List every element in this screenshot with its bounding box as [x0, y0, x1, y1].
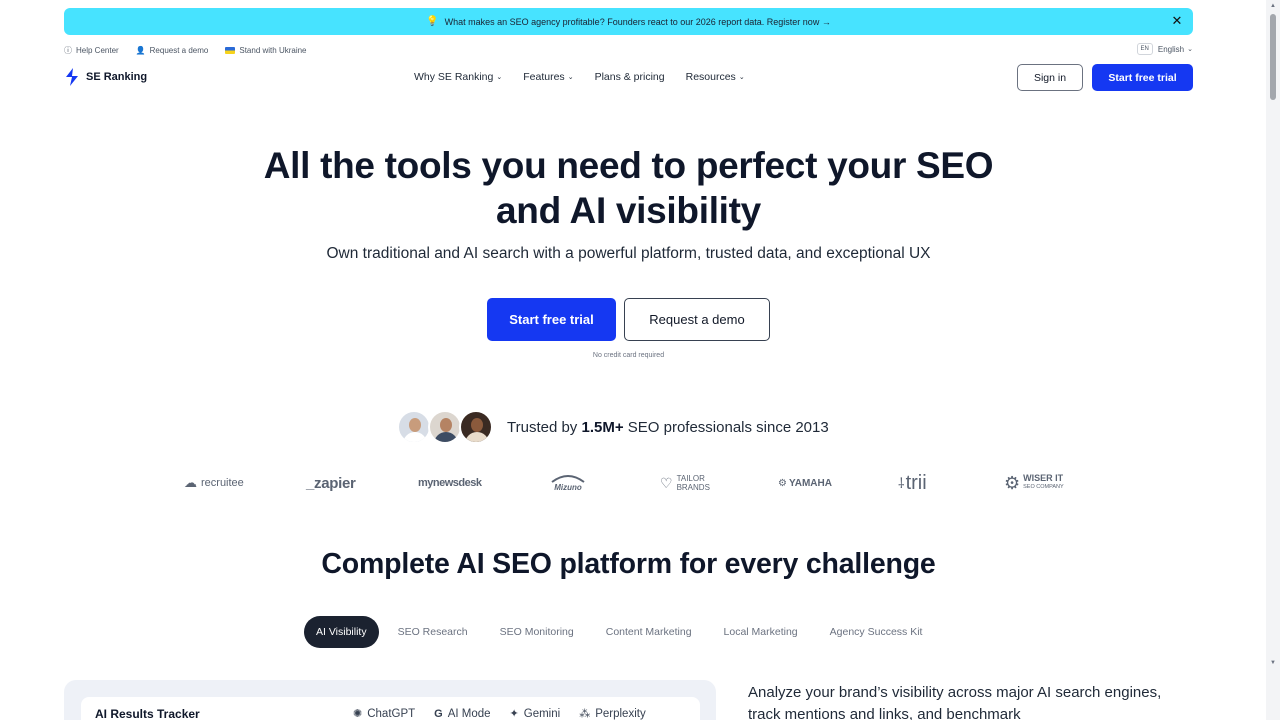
brand-logo[interactable]: SE Ranking	[64, 68, 147, 86]
announcement-banner[interactable]: 💡 What makes an SEO agency profitable? F…	[64, 8, 1193, 35]
utility-bar: ⓘ Help Center 👤 Request a demo Stand wit…	[64, 43, 1193, 57]
tailor-bottom-text: BRANDS	[676, 483, 710, 492]
hero-title-line1: All the tools you need to perfect your S…	[263, 145, 994, 186]
mynewsdesk-logo: mynewsdesk	[418, 477, 482, 489]
scroll-up-icon[interactable]: ▲	[1270, 3, 1276, 9]
trust-strip: Trusted by 1.5M+ SEO professionals since…	[397, 410, 829, 444]
request-demo-label: Request a demo	[149, 45, 209, 55]
nav-item-label: Plans & pricing	[594, 71, 665, 83]
tab-agency-success-kit[interactable]: Agency Success Kit	[830, 626, 923, 638]
hero-title-line2: and AI visibility	[496, 190, 761, 231]
trust-suffix: SEO professionals since 2013	[623, 418, 829, 436]
user-icon: 👤	[135, 45, 146, 55]
engine-label: ChatGPT	[367, 707, 416, 720]
wiser-it-logo: ⚙ WISER IT SEO COMPANY	[1004, 472, 1064, 493]
chevron-down-icon: ⌄	[1187, 46, 1193, 53]
se-ranking-logo-icon	[66, 68, 78, 86]
nav-item-label: Why SE Ranking	[414, 71, 494, 83]
tab-seo-monitoring[interactable]: SEO Monitoring	[500, 626, 574, 638]
no-credit-card-note: No credit card required	[592, 352, 665, 359]
help-center-label: Help Center	[76, 45, 119, 55]
brand-name: SE Ranking	[86, 71, 148, 83]
avatar-group	[397, 410, 493, 444]
hero-title: All the tools you need to perfect your S…	[0, 143, 1257, 233]
chatgpt-icon: ✺	[353, 708, 363, 720]
chevron-down-icon: ⌄	[567, 74, 574, 81]
help-icon: ⓘ	[64, 45, 72, 55]
language-code: EN	[1136, 43, 1153, 55]
nav-item-label: Features	[523, 71, 565, 83]
engine-chatgpt[interactable]: ✺ ChatGPT	[353, 707, 415, 720]
nav-item-resources[interactable]: Resources ⌄	[686, 71, 745, 83]
wiser-bottom-text: SEO COMPANY	[1023, 484, 1064, 490]
tracker-title: AI Results Tracker	[95, 707, 200, 720]
nav-item-why[interactable]: Why SE Ranking ⌄	[414, 71, 502, 83]
client-logos: ☁ recruitee _zapier mynewsdesk Mizuno ♡ …	[180, 470, 1080, 496]
close-icon[interactable]: ✕	[1169, 13, 1185, 29]
scrollbar-thumb[interactable]	[1270, 14, 1276, 100]
gemini-icon: ✦	[509, 708, 519, 720]
nav-item-pricing[interactable]: Plans & pricing	[595, 71, 665, 83]
engine-perplexity[interactable]: ⁂ Perplexity	[579, 707, 646, 720]
sign-in-button[interactable]: Sign in	[1017, 64, 1083, 91]
engine-list: ✺ ChatGPT G AI Mode ✦ Gemini ⁂ Perplexity	[353, 707, 665, 720]
perplexity-icon: ⁂	[579, 708, 591, 720]
tab-local-marketing[interactable]: Local Marketing	[724, 626, 798, 638]
main-nav: SE Ranking Why SE Ranking ⌄ Features ⌄ Pla…	[64, 63, 1193, 91]
trust-text: Trusted by 1.5M+ SEO professionals since…	[507, 419, 829, 436]
request-demo-button[interactable]: Request a demo	[624, 298, 770, 341]
hero-subtitle: Own traditional and AI search with a pow…	[326, 245, 931, 262]
nav-item-features[interactable]: Features ⌄	[523, 71, 573, 83]
mizuno-logo: Mizuno	[550, 470, 586, 496]
tailor-top-text: TAILOR	[676, 474, 705, 483]
engine-gemini[interactable]: ✦ Gemini	[510, 707, 561, 720]
avatar	[428, 410, 462, 444]
ukraine-flag-icon	[225, 46, 236, 54]
page-scrollbar[interactable]: ▲ ▼	[1266, 0, 1280, 720]
recruitee-logo: ☁ recruitee	[184, 475, 244, 490]
trii-logo: ⸸ trii	[898, 471, 927, 494]
stand-with-ukraine-label: Stand with Ukraine	[239, 45, 307, 55]
tab-seo-research[interactable]: SEO Research	[398, 626, 468, 638]
stand-with-ukraine-link[interactable]: Stand with Ukraine	[225, 45, 307, 55]
wiser-top-text: WISER IT	[1023, 473, 1064, 483]
section-title: Complete AI SEO platform for every chall…	[321, 548, 936, 580]
engine-ai-mode[interactable]: G AI Mode	[434, 707, 490, 720]
engine-label: Perplexity	[595, 707, 646, 720]
zapier-logo: _zapier	[306, 474, 356, 492]
avatar	[397, 410, 431, 444]
language-selector[interactable]: EN English ⌄	[1136, 43, 1193, 55]
trust-prefix: Trusted by	[507, 418, 582, 436]
feature-tabs: AI Visibility SEO Research SEO Monitorin…	[304, 616, 954, 648]
tab-content-marketing[interactable]: Content Marketing	[606, 626, 692, 638]
scroll-down-icon[interactable]: ▼	[1270, 660, 1276, 666]
language-label: English	[1157, 44, 1185, 54]
start-trial-button[interactable]: Start free trial	[487, 298, 616, 341]
start-trial-nav-button[interactable]: Start free trial	[1092, 64, 1193, 91]
chevron-down-icon: ⌄	[496, 74, 503, 81]
tab-ai-visibility[interactable]: AI Visibility	[304, 616, 379, 648]
tailor-brands-logo: ♡ TAILOR BRANDS	[660, 474, 710, 492]
ai-visibility-description: Analyze your brand’s visibility across m…	[748, 684, 1162, 720]
lightbulb-icon: 💡	[426, 16, 439, 27]
engine-label: AI Mode	[447, 707, 491, 720]
avatar	[459, 410, 493, 444]
google-icon: G	[434, 707, 443, 720]
trust-highlight: 1.5M+	[581, 418, 624, 436]
request-demo-link[interactable]: 👤 Request a demo	[136, 46, 209, 55]
engine-label: Gemini	[523, 707, 561, 720]
nav-item-label: Resources	[685, 71, 736, 83]
yamaha-logo: ⚙ YAMAHA	[778, 477, 832, 489]
chevron-down-icon: ⌄	[738, 74, 745, 81]
help-center-link[interactable]: ⓘ Help Center	[64, 45, 119, 56]
nav-menu: Why SE Ranking ⌄ Features ⌄ Plans & pricin…	[414, 71, 766, 83]
banner-text[interactable]: What makes an SEO agency profitable? Fou…	[445, 17, 831, 27]
